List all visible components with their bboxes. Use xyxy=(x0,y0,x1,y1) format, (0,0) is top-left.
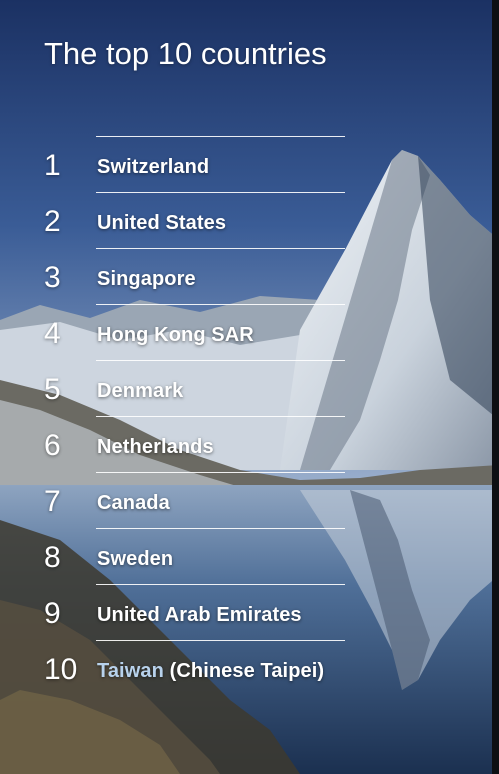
ranking-card: The top 10 countries 1 Switzerland 2 Uni… xyxy=(0,0,499,774)
country-name: Switzerland xyxy=(97,156,210,178)
taiwan-link[interactable]: Taiwan xyxy=(97,660,164,682)
country-name: Netherlands xyxy=(97,436,214,458)
page-title: The top 10 countries xyxy=(44,36,327,71)
country-name: Singapore xyxy=(97,268,196,290)
list-item: 4 Hong Kong SAR xyxy=(0,305,499,361)
list-item: 10 Taiwan (Chinese Taipei) xyxy=(0,641,499,697)
rank-number: 8 xyxy=(44,541,61,574)
list-item: 8 Sweden xyxy=(0,529,499,585)
list-item: 7 Canada xyxy=(0,473,499,529)
country-name: Denmark xyxy=(97,380,184,402)
rank-number: 10 xyxy=(44,653,78,686)
rank-number: 9 xyxy=(44,597,61,630)
list-item: 3 Singapore xyxy=(0,249,499,305)
rank-number: 3 xyxy=(44,261,61,294)
country-name: United Arab Emirates xyxy=(97,604,302,626)
country-name: Taiwan (Chinese Taipei) xyxy=(97,660,324,683)
list-item: 6 Netherlands xyxy=(0,417,499,473)
rank-number: 4 xyxy=(44,317,61,350)
country-name-suffix: (Chinese Taipei) xyxy=(163,660,325,682)
rank-number: 2 xyxy=(44,205,61,238)
country-name: Canada xyxy=(97,492,170,514)
country-name: United States xyxy=(97,212,227,234)
rank-number: 5 xyxy=(44,373,61,406)
list-item: 2 United States xyxy=(0,193,499,249)
country-name: Sweden xyxy=(97,548,174,570)
list-item: 1 Switzerland xyxy=(0,137,499,193)
country-name: Hong Kong SAR xyxy=(97,324,254,346)
rank-number: 7 xyxy=(44,485,61,518)
rank-number: 6 xyxy=(44,429,61,462)
rank-number: 1 xyxy=(44,149,61,182)
list-item: 5 Denmark xyxy=(0,361,499,417)
list-item: 9 United Arab Emirates xyxy=(0,585,499,641)
